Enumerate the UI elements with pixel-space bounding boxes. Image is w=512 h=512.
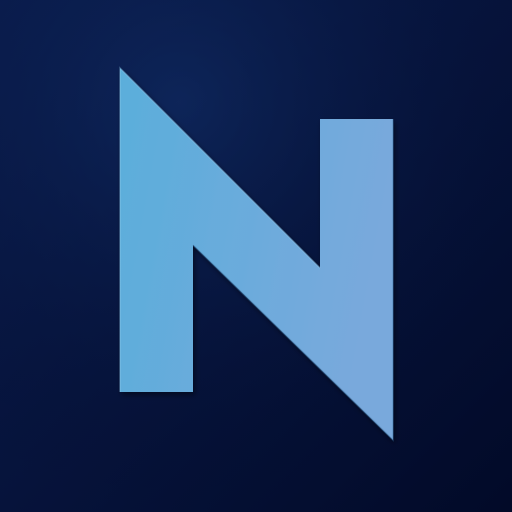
n-logo-graphic: N bbox=[0, 0, 512, 512]
app-icon-canvas: N bbox=[0, 0, 512, 512]
